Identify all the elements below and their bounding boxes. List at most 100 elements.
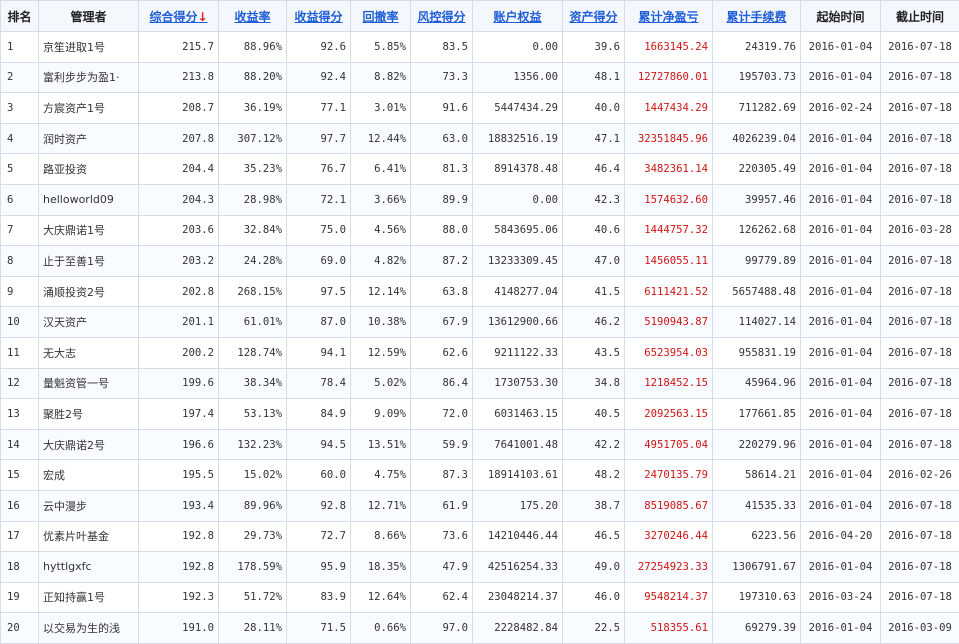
rank-cell: 20: [0, 612, 39, 644]
end-date-cell: 2016-03-09: [880, 612, 959, 644]
manager-link[interactable]: 路亚投资: [38, 153, 139, 185]
manager-link[interactable]: 汉天资产: [38, 306, 139, 338]
composite-score-cell: 193.4: [138, 489, 219, 522]
manager-link[interactable]: 正知持赢1号: [38, 581, 139, 614]
asset-score-cell: 47.0: [562, 245, 625, 277]
equity-cell: 42516254.33: [472, 551, 563, 583]
drawdown-cell: 13.51%: [350, 428, 411, 461]
fees-cell: 99779.89: [712, 245, 801, 277]
fees-cell: 220305.49: [712, 153, 801, 185]
return-score-cell: 75.0: [286, 214, 351, 247]
end-date-cell: 2016-07-18: [880, 489, 959, 522]
manager-link[interactable]: 宏成: [38, 459, 139, 491]
end-date-cell: 2016-07-18: [880, 428, 959, 461]
end-date-cell: 2016-02-26: [880, 459, 959, 491]
asset-score-cell: 22.5: [562, 612, 625, 644]
start-date-cell: 2016-01-04: [800, 398, 881, 430]
start-date-cell: 2016-01-04: [800, 612, 881, 644]
drawdown-cell: 5.85%: [350, 31, 411, 63]
manager-link[interactable]: hyttlgxfc: [38, 551, 139, 583]
return-rate-cell: 36.19%: [218, 92, 287, 124]
risk-score-cell: 91.6: [410, 92, 473, 124]
manager-link[interactable]: 无大志: [38, 336, 139, 369]
composite-score-cell: 200.2: [138, 336, 219, 369]
col-composite-score[interactable]: 综合得分↓: [138, 0, 219, 32]
fees-cell: 220279.96: [712, 428, 801, 461]
end-date-cell: 2016-07-18: [880, 367, 959, 400]
drawdown-cell: 9.09%: [350, 398, 411, 430]
asset-score-cell: 34.8: [562, 367, 625, 400]
fees-cell: 5657488.48: [712, 275, 801, 308]
table-row: 9 涌顺投资2号 202.8 268.15% 97.5 12.14% 63.8 4148277…: [0, 275, 959, 308]
risk-score-cell: 67.9: [410, 306, 473, 338]
asset-score-cell: 48.1: [562, 61, 625, 94]
return-score-cell: 72.1: [286, 183, 351, 216]
drawdown-cell: 12.64%: [350, 581, 411, 614]
manager-link[interactable]: 涌顺投资2号: [38, 275, 139, 308]
net-pnl-cell: 5190943.87: [624, 306, 713, 338]
fees-cell: 1306791.67: [712, 551, 801, 583]
equity-cell: 23048214.37: [472, 581, 563, 614]
return-score-cell: 69.0: [286, 245, 351, 277]
col-drawdown[interactable]: 回撤率: [350, 0, 411, 32]
rank-cell: 15: [0, 459, 39, 491]
composite-score-cell: 203.6: [138, 214, 219, 247]
equity-cell: 9211122.33: [472, 336, 563, 369]
manager-link[interactable]: 润时资产: [38, 122, 139, 155]
manager-link[interactable]: 聚胜2号: [38, 398, 139, 430]
drawdown-cell: 4.56%: [350, 214, 411, 247]
fees-cell: 45964.96: [712, 367, 801, 400]
net-pnl-cell: 1447434.29: [624, 92, 713, 124]
return-rate-cell: 53.13%: [218, 398, 287, 430]
risk-score-cell: 86.4: [410, 367, 473, 400]
return-rate-cell: 132.23%: [218, 428, 287, 461]
drawdown-cell: 0.66%: [350, 612, 411, 644]
manager-link[interactable]: 优素片叶基金: [38, 520, 139, 553]
col-risk-score[interactable]: 风控得分: [410, 0, 473, 32]
col-manager: 管理者: [38, 0, 139, 32]
drawdown-cell: 12.59%: [350, 336, 411, 369]
manager-link[interactable]: 以交易为生的浅: [38, 612, 139, 644]
manager-link[interactable]: 大庆鼎诺1号: [38, 214, 139, 247]
manager-link[interactable]: 方宸资产1号: [38, 92, 139, 124]
manager-link[interactable]: helloworld09: [38, 183, 139, 216]
manager-link[interactable]: 京笙进取1号: [38, 31, 139, 63]
col-return-score[interactable]: 收益得分: [286, 0, 351, 32]
rank-cell: 7: [0, 214, 39, 247]
table-row: 20 以交易为生的浅 191.0 28.11% 71.5 0.66% 97.0 2228482…: [0, 612, 959, 644]
fees-cell: 177661.85: [712, 398, 801, 430]
manager-link[interactable]: 止于至善1号: [38, 245, 139, 277]
col-asset-score[interactable]: 资产得分: [562, 0, 625, 32]
end-date-cell: 2016-03-28: [880, 214, 959, 247]
risk-score-cell: 87.2: [410, 245, 473, 277]
return-score-cell: 94.1: [286, 336, 351, 369]
col-net-pnl[interactable]: 累计净盈亏: [624, 0, 713, 32]
col-fees[interactable]: 累计手续费: [712, 0, 801, 32]
composite-score-cell: 207.8: [138, 122, 219, 155]
col-equity[interactable]: 账户权益: [472, 0, 563, 32]
asset-score-cell: 48.2: [562, 459, 625, 491]
col-return-rate[interactable]: 收益率: [218, 0, 287, 32]
end-date-cell: 2016-07-18: [880, 520, 959, 553]
risk-score-cell: 73.3: [410, 61, 473, 94]
manager-link[interactable]: 富利步步为盈1·: [38, 61, 139, 94]
composite-score-cell: 213.8: [138, 61, 219, 94]
asset-score-cell: 40.0: [562, 92, 625, 124]
table-row: 8 止于至善1号 203.2 24.28% 69.0 4.82% 87.2 13233309.…: [0, 245, 959, 277]
table-row: 1 京笙进取1号 215.7 88.96% 92.6 5.85% 83.5 0.00 39.6 1…: [0, 31, 959, 63]
drawdown-cell: 4.82%: [350, 245, 411, 277]
net-pnl-cell: 1574632.60: [624, 183, 713, 216]
fees-cell: 24319.76: [712, 31, 801, 63]
manager-link[interactable]: 云中漫步: [38, 489, 139, 522]
manager-link[interactable]: 大庆鼎诺2号: [38, 428, 139, 461]
drawdown-cell: 10.38%: [350, 306, 411, 338]
table-row: 13 聚胜2号 197.4 53.13% 84.9 9.09% 72.0 6031463.15…: [0, 398, 959, 430]
start-date-cell: 2016-01-04: [800, 367, 881, 400]
rank-cell: 12: [0, 367, 39, 400]
end-date-cell: 2016-07-18: [880, 183, 959, 216]
manager-link[interactable]: 量魁资管一号: [38, 367, 139, 400]
drawdown-cell: 12.71%: [350, 489, 411, 522]
equity-cell: 5843695.06: [472, 214, 563, 247]
col-start-date: 起始时间: [800, 0, 881, 32]
equity-cell: 6031463.15: [472, 398, 563, 430]
